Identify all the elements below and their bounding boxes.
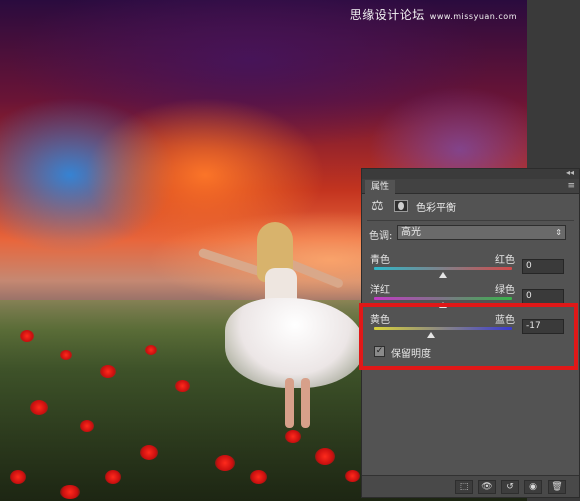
slider-label-cyan: 青色: [370, 255, 390, 266]
slider-track-yellow-blue[interactable]: [374, 327, 512, 330]
poppy: [145, 345, 157, 355]
collapse-icon[interactable]: ◂◂: [566, 168, 574, 178]
clip-to-layer-icon[interactable]: ⬚: [455, 480, 473, 494]
poppy: [60, 485, 80, 499]
tone-label: 色调:: [369, 231, 393, 242]
girl-leg: [285, 378, 294, 428]
panel-topbar[interactable]: ◂◂: [362, 168, 579, 179]
slider-track-cyan-red[interactable]: [374, 267, 512, 270]
slider-label-red: 红色: [495, 255, 515, 266]
divider: [367, 220, 574, 221]
watermark-text: 思缘设计论坛: [349, 8, 425, 22]
poppy: [20, 330, 34, 342]
panel-tabbar: 属性 ≡: [362, 179, 579, 194]
slider-label-magenta: 洋红: [370, 285, 390, 296]
slider-row-yellow-blue: 黄色 蓝色 -17: [362, 311, 580, 341]
tone-select-value: 高光: [401, 227, 421, 238]
reset-icon[interactable]: ↺: [501, 480, 519, 494]
value-field-magenta-green[interactable]: 0: [522, 289, 564, 304]
slider-label-green: 绿色: [495, 285, 515, 296]
girl-leg: [301, 378, 310, 428]
poppy: [80, 420, 94, 432]
slider-row-cyan-red: 青色 红色 0: [362, 251, 580, 281]
poppy: [100, 365, 116, 378]
view-previous-icon[interactable]: 👁: [478, 480, 496, 494]
poppy: [105, 470, 121, 484]
tone-select[interactable]: 高光 ⇕: [397, 225, 566, 240]
layer-mask-icon[interactable]: [394, 200, 408, 212]
visibility-icon[interactable]: ◉: [524, 480, 542, 494]
slider-label-blue: 蓝色: [495, 315, 515, 326]
slider-thumb-cyan-red[interactable]: [439, 272, 447, 278]
color-balance-icon: ⚖: [371, 198, 384, 214]
watermark: 思缘设计论坛 www.missyuan.com: [350, 6, 517, 23]
preserve-luminosity-label: 保留明度: [391, 349, 431, 360]
panel-title: 色彩平衡: [416, 203, 456, 214]
poppy: [285, 430, 301, 443]
tab-properties[interactable]: 属性: [365, 180, 396, 194]
slider-row-magenta-green: 洋红 绿色 0: [362, 281, 580, 311]
poppy: [250, 470, 267, 484]
preserve-luminosity-checkbox[interactable]: ✓: [374, 346, 385, 357]
properties-panel: ◂◂ 属性 ≡ ⚖ 色彩平衡 色调: 高光 ⇕ 青色 红色 0 洋红 绿色 0 …: [361, 168, 580, 498]
dropdown-arrows-icon: ⇕: [555, 228, 562, 237]
slider-thumb-yellow-blue[interactable]: [427, 332, 436, 338]
poppy: [175, 380, 190, 392]
value-field-cyan-red[interactable]: 0: [522, 259, 564, 274]
dancing-girl: [195, 218, 365, 428]
poppy: [315, 448, 335, 465]
poppy: [60, 350, 72, 360]
watermark-site: www.missyuan.com: [429, 12, 517, 21]
panel-menu-icon[interactable]: ≡: [567, 181, 575, 191]
poppy: [345, 470, 360, 482]
adjustment-header: ⚖ 色彩平衡: [367, 197, 572, 217]
delete-icon[interactable]: 🗑: [548, 480, 566, 494]
poppy: [140, 445, 158, 460]
poppy: [10, 470, 26, 484]
slider-track-magenta-green[interactable]: [374, 297, 512, 300]
slider-thumb-magenta-green[interactable]: [439, 302, 447, 308]
slider-label-yellow: 黄色: [370, 315, 390, 326]
poppy: [30, 400, 48, 415]
poppy: [215, 455, 235, 471]
panel-footer: ⬚ 👁 ↺ ◉ 🗑: [362, 475, 579, 497]
white-dress: [225, 298, 365, 388]
value-field-yellow-blue[interactable]: -17: [522, 319, 564, 334]
